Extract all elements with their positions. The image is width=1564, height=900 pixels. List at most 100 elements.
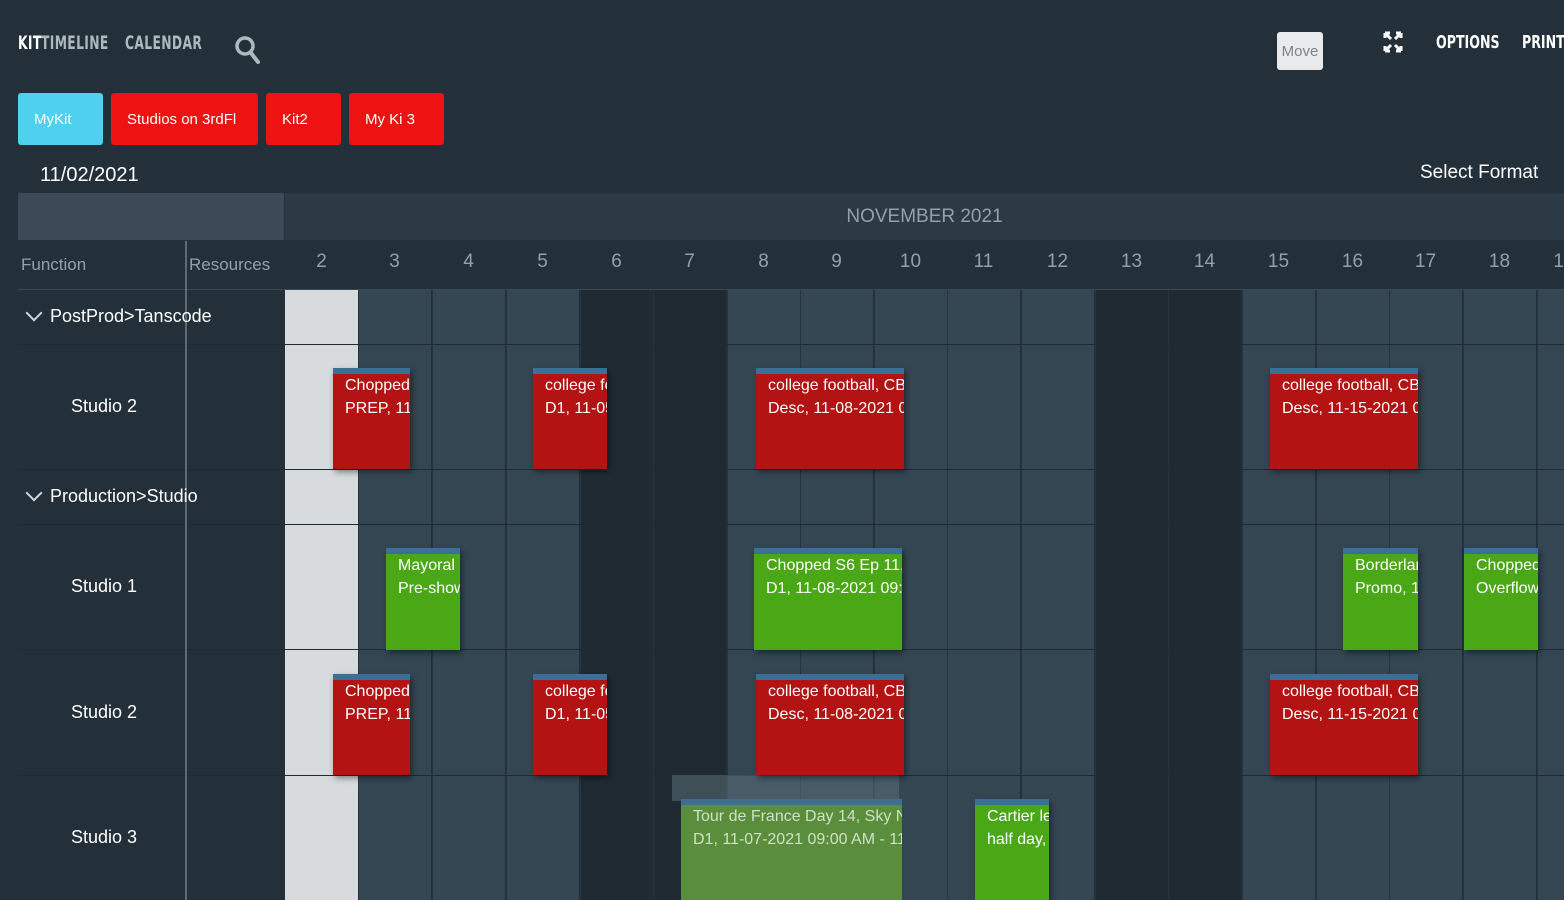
print-link[interactable]: PRINT [1522,32,1564,53]
event-block[interactable]: college football, CBS Desc, 11-08-2021 0… [756,674,904,775]
event-detail: Overflow, [1476,580,1538,597]
group-label: PostProd>Tanscode [50,305,212,326]
calendar-grid: NOVEMBER 2021 Function Resources 2 3 4 5… [18,193,1564,900]
event-title: Chopped [1476,557,1538,574]
event-title: Cartier le [987,808,1049,825]
event-block[interactable]: college football, CBS Desc, 11-15-2021 0… [1270,674,1418,775]
row-divider [18,524,1564,525]
event-block[interactable]: Mayoral D Pre-show, [386,548,460,650]
day-column[interactable] [1095,289,1168,900]
function-resources-divider [185,241,187,900]
group-label: Production>Studio [50,485,198,506]
day-label: 4 [463,251,474,272]
event-detail: Desc, 11-15-2021 09: [1282,400,1418,417]
day-label: 8 [758,251,769,272]
day-label: 1 [1553,251,1564,272]
day-column[interactable] [1168,289,1241,900]
day-label: 10 [899,251,922,272]
kit-tabs: MyKit Studios on 3rdFl Kit2 My Ki 3 [18,93,444,145]
event-detail: Desc, 11-08-2021 09: [768,400,904,417]
event-detail: D1, 11-05- [545,400,607,417]
day-label: 17 [1414,251,1437,272]
resource-studio-2: Studio 2 [71,701,138,722]
day-column[interactable] [1537,289,1564,900]
day-label: 7 [684,251,695,272]
event-title: Tour de France Day 14, Sky News [693,808,902,825]
kit-tab-kit2[interactable]: Kit2 [266,93,341,145]
grid-corner [18,193,284,240]
group-postprod-transcode[interactable]: PostProd>Tanscode [22,301,212,331]
kit-tab-my-ki-3[interactable]: My Ki 3 [349,93,444,145]
event-detail: PREP, 11-0 [345,400,410,417]
event-detail: D1, 11-08-2021 09:00 [766,580,902,597]
select-format-dropdown[interactable]: Select Format [1420,162,1538,184]
row-divider [18,344,1564,345]
event-block[interactable]: Chopped S PREP, 11-0 [333,674,410,775]
event-detail: D1, 11-05- [545,706,607,723]
event-block[interactable]: Chopped S6 Ep 11, D D1, 11-08-2021 09:00 [754,548,902,650]
event-block[interactable]: Borderlan Promo, 11 [1343,548,1418,650]
nav-timeline[interactable]: TIMELINE [41,32,109,54]
resource-studio-2: Studio 2 [71,395,138,416]
current-date: 11/02/2021 [40,164,139,186]
day-label: 5 [537,251,548,272]
day-label: 12 [1046,251,1069,272]
event-block-dragging[interactable]: Tour de France Day 14, Sky News D1, 11-0… [681,799,902,900]
event-title: Borderlan [1355,557,1418,574]
day-label: 9 [831,251,842,272]
event-title: college fo [545,377,607,394]
event-detail: Promo, 11 [1355,580,1418,597]
month-header: NOVEMBER 2021 [285,193,1564,240]
event-detail: D1, 11-07-2021 09:00 AM - 11-10- [693,831,902,848]
day-label: 11 [973,251,994,272]
event-title: college fo [545,683,607,700]
event-detail: half day, 1 [987,831,1049,848]
event-block[interactable]: college fo D1, 11-05- [533,674,607,775]
event-detail: Pre-show, [398,580,460,597]
event-block[interactable]: Chopped S PREP, 11-0 [333,368,410,469]
row-divider [18,469,1564,470]
event-title: Chopped S [345,683,410,700]
event-title: college football, CBS [768,683,904,700]
event-title: Mayoral D [398,557,460,574]
event-title: Chopped S6 Ep 11, D [766,557,902,574]
event-block[interactable]: Cartier le half day, 1 [975,799,1049,900]
group-production-studio[interactable]: Production>Studio [22,481,198,511]
day-label: 14 [1193,251,1216,272]
function-column-header: Function [21,255,87,274]
resources-column-header: Resources [189,255,271,274]
header-divider [18,289,1564,290]
resource-studio-1: Studio 1 [71,575,138,596]
event-block[interactable]: Chopped Overflow, [1464,548,1538,650]
top-nav: KIT TIMELINE CALENDAR [18,32,204,54]
drag-ghost [672,775,899,801]
event-block[interactable]: college football, CBS Desc, 11-15-2021 0… [1270,368,1418,469]
resource-studio-3: Studio 3 [71,826,138,847]
event-title: college football, CBS [1282,377,1418,394]
day-label: 15 [1267,251,1290,272]
kit-tab-mykit[interactable]: MyKit [18,93,103,145]
nav-calendar[interactable]: CALENDAR [125,32,202,54]
options-link[interactable]: OPTIONS [1436,32,1500,53]
day-label: 16 [1341,251,1364,272]
event-detail: PREP, 11-0 [345,706,410,723]
day-label: 6 [611,251,622,272]
event-block[interactable]: college football, CBS Desc, 11-08-2021 0… [756,368,904,469]
day-label: 3 [389,251,400,272]
event-title: Chopped S [345,377,410,394]
chevron-down-icon [25,484,43,502]
event-title: college football, CBS [768,377,904,394]
nav-kit[interactable]: KIT [18,32,42,54]
expand-icon[interactable] [1383,31,1403,53]
event-block[interactable]: college fo D1, 11-05- [533,368,607,469]
move-button[interactable]: Move [1277,32,1323,70]
chevron-down-icon [25,304,43,322]
day-label: 13 [1120,251,1143,272]
event-title: college football, CBS [1282,683,1418,700]
event-detail: Desc, 11-15-2021 09: [1282,706,1418,723]
event-detail: Desc, 11-08-2021 09: [768,706,904,723]
day-label: 18 [1488,251,1511,272]
kit-tab-studios-3rdfl[interactable]: Studios on 3rdFl [111,93,258,145]
search-icon[interactable] [234,35,260,65]
day-label: 2 [316,251,327,272]
